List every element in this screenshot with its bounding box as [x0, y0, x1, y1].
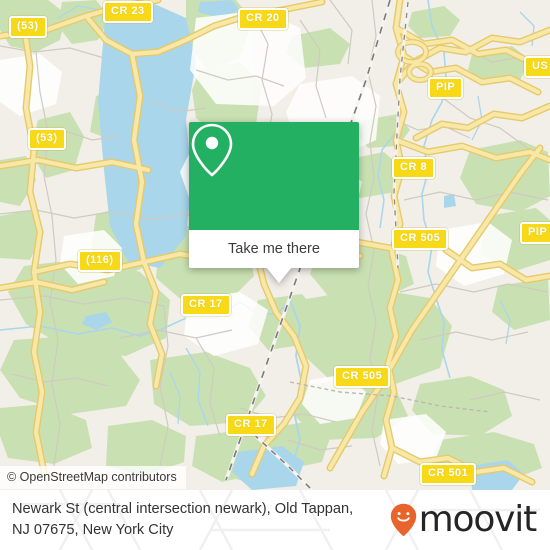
road-shield-cr-17-a: CR 17 — [181, 294, 231, 316]
popup-icon-area — [189, 122, 359, 230]
road-shield-cr-505-a: CR 505 — [392, 228, 449, 250]
road-shield-cr-17-b: CR 17 — [226, 414, 276, 436]
map-pin-icon — [191, 123, 233, 177]
popup-cta-button[interactable]: Take me there — [189, 230, 359, 268]
footer-bar: Newark St (central intersection newark),… — [0, 490, 550, 550]
moovit-map-screenshot: CR 23 (53) CR 20 US 9 PIP (53) CR 8 PIP … — [0, 0, 550, 550]
road-shield-us-9: US 9 — [524, 56, 550, 78]
road-shield-pip-a: PIP — [428, 77, 464, 99]
road-shield-cr-23: CR 23 — [103, 1, 153, 23]
road-shield-cr-8: CR 8 — [392, 157, 436, 179]
moovit-logo[interactable]: moovit — [390, 499, 538, 540]
map-marker-popup[interactable]: Take me there — [189, 122, 359, 283]
map-attribution[interactable]: © OpenStreetMap contributors — [0, 466, 186, 489]
map-canvas[interactable]: CR 23 (53) CR 20 US 9 PIP (53) CR 8 PIP … — [0, 0, 550, 490]
road-shield-53-b: (53) — [28, 128, 66, 150]
road-shield-cr-20: CR 20 — [238, 8, 288, 30]
popup-tail — [266, 267, 292, 283]
road-shield-pip-b: PIP — [520, 222, 550, 244]
moovit-smiley-pin-icon — [390, 503, 416, 537]
location-line-2: NJ 07675, New York City — [12, 522, 174, 538]
location-line-1: Newark St (central intersection newark),… — [12, 501, 354, 517]
moovit-wordmark: moovit — [418, 499, 538, 540]
road-shield-53-a: (53) — [9, 16, 47, 38]
popup-cta-label: Take me there — [228, 241, 320, 257]
road-shield-116: (116) — [78, 250, 122, 272]
location-label: Newark St (central intersection newark),… — [12, 499, 353, 541]
road-shield-cr-501: CR 501 — [420, 463, 477, 485]
road-shield-cr-505-b: CR 505 — [334, 366, 391, 388]
